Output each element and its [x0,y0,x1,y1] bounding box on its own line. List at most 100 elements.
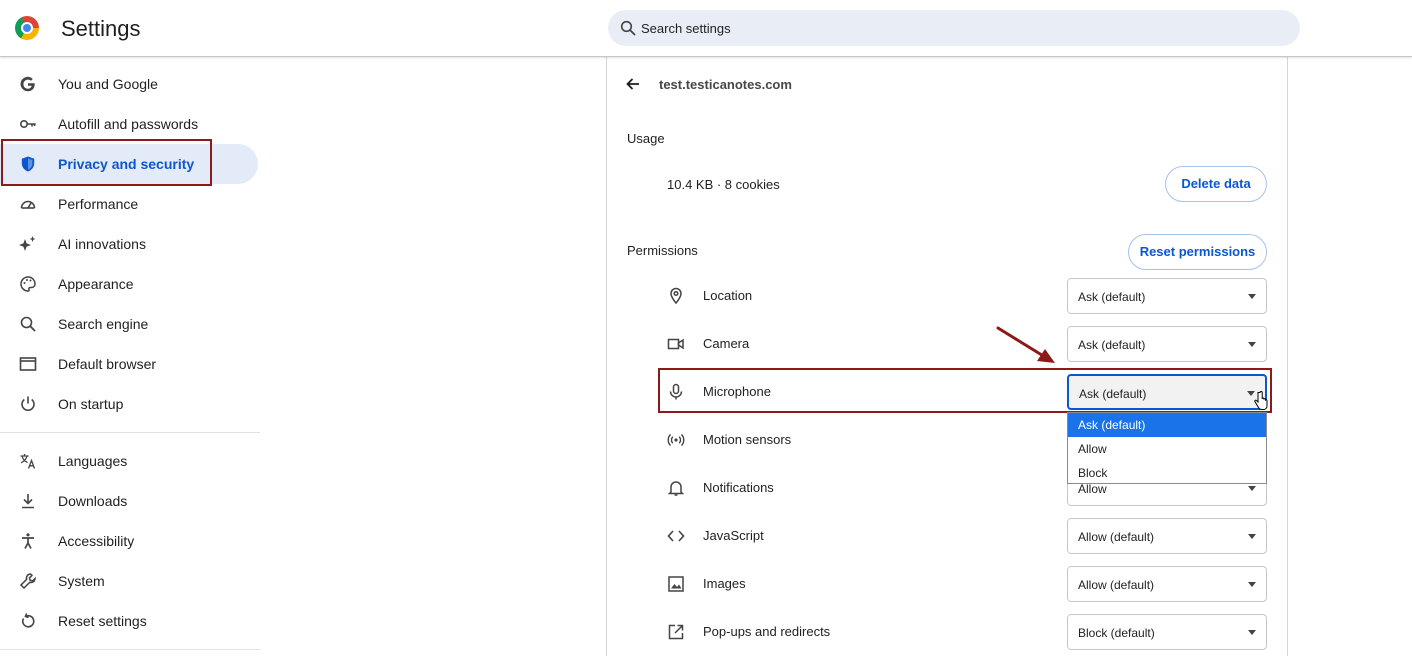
sidebar-item-appearance[interactable]: Appearance [0,264,258,304]
option-label: Block [1078,466,1108,480]
camera-icon [667,338,684,350]
search-placeholder: Search settings [641,21,731,36]
top-bar: Settings Search settings [0,0,1412,57]
dropdown-caret-icon [1248,486,1256,491]
sidebar-item-autofill[interactable]: Autofill and passwords [0,104,258,144]
google-icon [20,76,35,92]
usage-heading: Usage [627,131,665,146]
palette-icon [20,276,36,292]
search-input[interactable]: Search settings [608,10,1300,46]
site-settings-card: test.testicanotes.com Usage 10.4 KB · 8 … [606,57,1288,656]
sidebar-item-you-and-google[interactable]: You and Google [0,64,258,104]
sidebar-item-system[interactable]: System [0,561,258,601]
sidebar-item-label: Accessibility [58,533,135,549]
external-link-icon [668,624,684,640]
reset-permissions-button[interactable]: Reset permissions [1128,234,1267,270]
delete-data-button[interactable]: Delete data [1165,166,1267,202]
microphone-dropdown-list: Ask (default) Allow Block [1067,412,1267,484]
sidebar-divider [0,432,260,433]
option-label: Ask (default) [1078,418,1146,432]
sidebar-item-label: AI innovations [58,236,146,252]
select-value: Ask (default) [1079,387,1147,401]
image-icon [668,576,684,592]
sidebar-item-label: Privacy and security [58,156,195,172]
sidebar-item-label: Search engine [58,316,149,332]
page-title: Settings [61,16,141,41]
sidebar-item-downloads[interactable]: Downloads [0,481,258,521]
dropdown-caret-icon [1248,342,1256,347]
select-value: Allow (default) [1078,530,1155,544]
select-value: Ask (default) [1078,290,1146,304]
sidebar-item-on-startup[interactable]: On startup [0,384,258,424]
permission-label: Microphone [703,384,771,399]
permissions-heading: Permissions [627,243,698,258]
permission-row-javascript: JavaScript Allow (default) [667,518,1267,554]
javascript-select[interactable]: Allow (default) [1067,518,1267,554]
sidebar-item-ai-innovations[interactable]: AI innovations [0,224,258,264]
hand-cursor-icon [1254,391,1268,410]
permission-label: Camera [703,336,750,351]
chrome-logo-icon [15,16,39,40]
dropdown-caret-icon [1248,534,1256,539]
search-icon [20,316,36,332]
sidebar-item-label: Languages [58,453,128,469]
permission-label: Notifications [703,480,774,495]
permission-label: JavaScript [703,528,764,543]
permission-label: Images [703,576,746,591]
sidebar-item-label: Autofill and passwords [58,116,199,132]
sidebar-item-languages[interactable]: Languages [0,441,258,481]
code-icon [667,530,685,542]
sidebar-item-reset-settings[interactable]: Reset settings [0,601,258,641]
sidebar-item-label: Performance [58,196,139,212]
annotation-arrow-icon [996,326,1055,363]
permission-label: Location [703,288,753,303]
permission-row-images: Images Allow (default) [667,566,1267,602]
location-pin-icon [670,287,682,305]
translate-icon [20,454,36,469]
sidebar-item-label: Reset settings [58,613,147,629]
option-label: Allow [1078,442,1107,456]
wrench-icon [19,573,36,590]
permission-row-location: Location Ask (default) [667,278,1267,314]
microphone-icon [669,383,683,400]
speedometer-icon [20,200,36,209]
bell-icon [667,481,685,496]
select-value: Allow (default) [1078,578,1155,592]
location-select[interactable]: Ask (default) [1067,278,1267,314]
sidebar-item-label: On startup [58,396,124,412]
permission-label: Pop-ups and redirects [703,624,831,639]
sidebar-item-search-engine[interactable]: Search engine [0,304,258,344]
sidebar-item-label: System [58,573,105,589]
select-value: Block (default) [1078,626,1155,640]
dropdown-caret-icon [1248,630,1256,635]
shield-icon [21,156,35,172]
dropdown-option-ask[interactable]: Ask (default) [1068,413,1266,437]
site-origin: test.testicanotes.com [659,77,792,92]
reset-icon [22,613,35,628]
sidebar-item-default-browser[interactable]: Default browser [0,344,258,384]
camera-select[interactable]: Ask (default) [1067,326,1267,362]
microphone-select[interactable]: Ask (default) [1067,374,1267,410]
sidebar-item-label: Appearance [58,276,134,292]
power-icon [21,396,35,411]
back-arrow-icon[interactable] [625,76,641,92]
dropdown-option-block[interactable]: Block [1068,461,1266,485]
permission-row-microphone: Microphone Ask (default) [667,374,1267,410]
browser-window-icon [19,357,37,371]
sidebar-item-accessibility[interactable]: Accessibility [0,521,258,561]
sidebar-item-performance[interactable]: Performance [0,184,258,224]
sidebar-item-label: Default browser [58,356,157,372]
permission-label: Motion sensors [703,432,792,447]
search-icon [620,20,636,36]
images-select[interactable]: Allow (default) [1067,566,1267,602]
key-icon [19,120,36,129]
sidebar-item-label: You and Google [58,76,158,92]
accessibility-icon [22,533,34,549]
usage-summary: 10.4 KB · 8 cookies [667,177,780,192]
sidebar-item-privacy-and-security[interactable]: Privacy and security [0,144,258,184]
sidebar-item-label: Downloads [58,493,128,509]
popups-select[interactable]: Block (default) [1067,614,1267,650]
permission-row-camera: Camera Ask (default) [667,326,1267,362]
permission-row-popups: Pop-ups and redirects Block (default) [667,614,1267,650]
dropdown-option-allow[interactable]: Allow [1068,437,1266,461]
